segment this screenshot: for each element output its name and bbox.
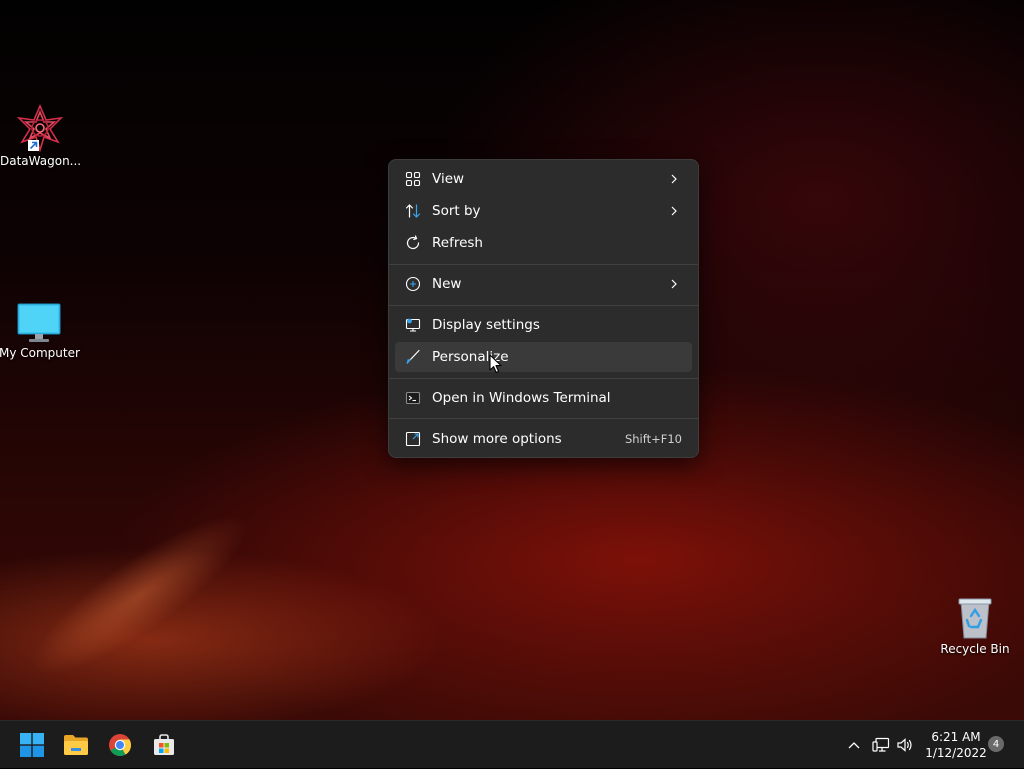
store-icon [154, 734, 174, 755]
tray-overflow-button[interactable] [844, 721, 864, 769]
desktop-icon-label: DataWagon... [0, 154, 82, 168]
taskbar: 6:21 AM 1/12/2022 [0, 720, 1024, 768]
windows-start-icon [20, 733, 44, 757]
menu-item-show-more-options[interactable]: Show more options Shift+F10 [395, 424, 692, 454]
expand-icon [405, 431, 421, 447]
folder-icon [64, 735, 88, 755]
plus-circle-icon [405, 276, 421, 292]
menu-item-label: View [432, 171, 465, 187]
taskbar-clock[interactable]: 6:21 AM 1/12/2022 [920, 729, 992, 761]
chevron-right-icon [666, 276, 682, 292]
taskbar-chrome[interactable] [104, 729, 136, 761]
refresh-icon [405, 235, 421, 251]
volume-icon [897, 738, 912, 752]
desktop-icon-datawagon[interactable]: DataWagon... [0, 104, 82, 168]
menu-item-label: New [432, 276, 462, 292]
menu-item-personalize[interactable]: Personalize [395, 342, 692, 372]
chevron-up-icon [848, 742, 860, 749]
taskbar-microsoft-store[interactable] [148, 729, 180, 761]
taskbar-file-explorer[interactable] [60, 729, 92, 761]
wallpaper-light-streak [13, 491, 267, 699]
menu-item-label: Personalize [432, 349, 509, 365]
menu-separator [389, 305, 698, 306]
mouse-cursor-icon [489, 354, 502, 374]
menu-item-new[interactable]: New [395, 269, 692, 299]
menu-item-sort-by[interactable]: Sort by [395, 196, 692, 226]
menu-item-open-terminal[interactable]: Open in Windows Terminal [395, 383, 692, 413]
menu-separator [389, 418, 698, 419]
menu-separator [389, 264, 698, 265]
notification-badge[interactable]: 4 [988, 736, 1004, 752]
desktop-icon-my-computer[interactable]: My Computer [0, 302, 80, 360]
chevron-right-icon [666, 171, 682, 187]
monitor-icon [17, 303, 61, 342]
terminal-icon [405, 390, 421, 406]
sort-icon [405, 203, 421, 219]
keyboard-shortcut: Shift+F10 [624, 432, 682, 446]
tray-volume-button[interactable] [895, 721, 915, 769]
menu-item-label: Display settings [432, 317, 540, 333]
menu-item-label: Sort by [432, 203, 481, 219]
menu-item-label: Show more options [432, 431, 562, 447]
menu-item-label: Open in Windows Terminal [432, 390, 611, 406]
desktop-icon-recycle-bin[interactable]: Recycle Bin [935, 596, 1015, 656]
taskbar-start-button[interactable] [16, 729, 48, 761]
tray-network-button[interactable] [871, 721, 891, 769]
chevron-right-icon [666, 203, 682, 219]
menu-separator [389, 378, 698, 379]
brush-icon [405, 349, 421, 365]
grid-icon [405, 171, 421, 187]
menu-item-view[interactable]: View [395, 164, 692, 194]
clock-time: 6:21 AM [931, 730, 981, 744]
desktop-context-menu: View Sort by Refresh New Display setting… [388, 159, 699, 458]
desktop-icon-label: Recycle Bin [940, 642, 1010, 656]
chrome-icon [109, 734, 131, 756]
menu-item-display-settings[interactable]: Display settings [395, 310, 692, 340]
menu-item-label: Refresh [432, 235, 483, 251]
recycle-bin-icon [958, 598, 992, 639]
datawagon-app-icon [16, 104, 64, 152]
network-icon [872, 737, 890, 752]
desktop-icon-label: My Computer [0, 346, 80, 360]
display-settings-icon [405, 317, 421, 333]
menu-item-refresh[interactable]: Refresh [395, 228, 692, 258]
clock-date: 1/12/2022 [925, 746, 987, 760]
